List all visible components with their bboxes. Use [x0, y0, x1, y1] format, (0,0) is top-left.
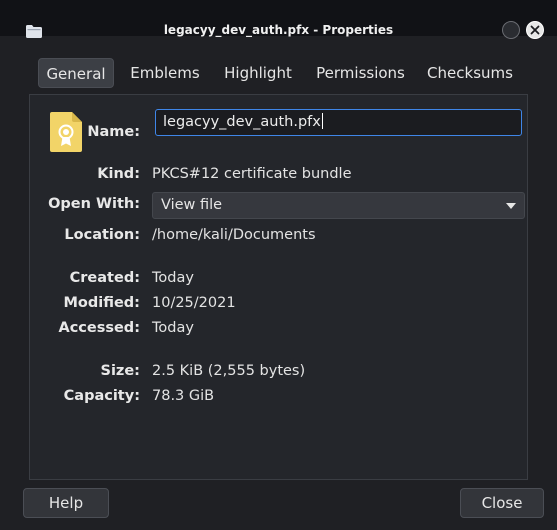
title-bar: legacyy_dev_auth.pfx - Properties: [0, 0, 557, 39]
general-panel: [29, 94, 528, 480]
created-label: Created:: [69, 270, 140, 286]
location-label: Location:: [64, 227, 140, 243]
close-icon: [530, 25, 540, 35]
close-button[interactable]: Close: [460, 488, 544, 518]
tab-emblems[interactable]: Emblems: [126, 58, 204, 88]
minimize-button[interactable]: [502, 21, 520, 39]
accessed-value: Today: [152, 320, 194, 336]
tab-permissions[interactable]: Permissions: [312, 58, 409, 88]
size-value: 2.5 KiB (2,555 bytes): [152, 363, 306, 379]
help-button[interactable]: Help: [23, 488, 109, 518]
text-cursor: [321, 113, 323, 129]
name-label: Name:: [87, 124, 140, 140]
tab-checksums[interactable]: Checksums: [424, 58, 516, 88]
window-title: legacyy_dev_auth.pfx - Properties: [163, 23, 394, 37]
created-value: Today: [152, 270, 194, 286]
tab-highlight[interactable]: Highlight: [216, 58, 300, 88]
kind-value: PKCS#12 certificate bundle: [152, 166, 352, 182]
tab-general[interactable]: General: [38, 58, 114, 88]
chevron-down-icon: [506, 203, 516, 209]
name-input[interactable]: legacyy_dev_auth.pfx: [155, 109, 522, 136]
modified-label: Modified:: [63, 295, 140, 311]
close-window-button[interactable]: [526, 21, 544, 39]
accessed-label: Accessed:: [58, 320, 140, 336]
open-with-value: View file: [161, 197, 223, 213]
name-input-text: legacyy_dev_auth.pfx: [163, 114, 321, 130]
capacity-label: Capacity:: [63, 388, 140, 404]
modified-value: 10/25/2021: [152, 295, 236, 311]
capacity-value: 78.3 GiB: [152, 388, 215, 404]
kind-label: Kind:: [97, 166, 140, 182]
open-with-dropdown[interactable]: View file: [152, 192, 525, 219]
size-label: Size:: [100, 363, 141, 379]
open-with-label: Open With:: [48, 196, 140, 212]
location-value: /home/kali/Documents: [152, 227, 316, 243]
